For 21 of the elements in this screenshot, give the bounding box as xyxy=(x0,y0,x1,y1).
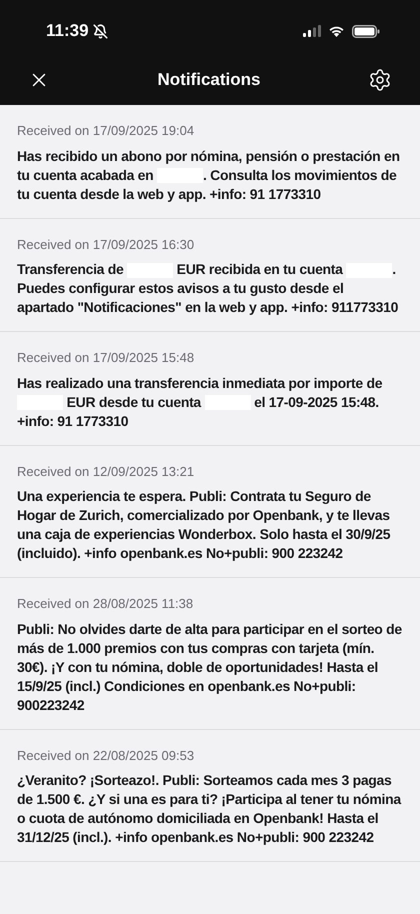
settings-button[interactable] xyxy=(368,68,392,92)
received-date: Received on 17/09/2025 15:48 xyxy=(17,349,196,367)
header-title: Notifications xyxy=(158,68,260,91)
notification-card[interactable]: Received on 17/09/2025 16:30 Transferencia de EUR recibida en tu cuenta . Puedes configurar estos avisos a tu gusto desde el apartado "Notificaciones" en la web y app. +info: 911773310 xyxy=(0,218,420,332)
received-date: Received on 22/08/2025 09:53 xyxy=(17,746,196,764)
received-date: Received on 17/09/2025 19:04 xyxy=(17,122,196,140)
notification-message: Has realizado una transferencia inmediata por importe de EUR desde tu cuenta el 17-09-2025 15:48. +info: 91 1773310 xyxy=(17,374,384,430)
received-date: Received on 12/09/2025 13:21 xyxy=(17,462,196,480)
muted-bell-icon xyxy=(92,24,108,38)
notification-message: Publi: No olvides darte de alta para participar en el sorteo de más de 1.000 premios con tus compras con tarjeta (mín. 30€). ¡Y con tu nómina, doble de oportunidades! Hasta el 15/9/25 (incl.) Condiciones en openbank.es No+publi: 900223242 xyxy=(17,620,403,714)
wifi-icon xyxy=(328,25,345,37)
notification-message: Transferencia de EUR recibida en tu cuenta . Puedes configurar estos avisos a tu gusto desde el apartado "Notificaciones" en la web y app. +info: 911773310 xyxy=(17,260,400,317)
notification-message: Una experiencia te espera. Publi: Contrata tu Seguro de Hogar de Zurich, comercializado por Openbank, y te llevas una caja de experiencias Wonderbox. Solo hasta el 30/9/25 (incluido). +info openbank.es No+publi: 900 223242 xyxy=(17,487,392,563)
battery-icon xyxy=(352,24,380,38)
gear-icon xyxy=(368,68,392,92)
signal-icon xyxy=(303,25,321,37)
received-date: Received on 17/09/2025 16:30 xyxy=(17,236,196,254)
notification-message: Has recibido un abono por nómina, pensión o prestación en tu cuenta acabada en . Consulta los movimientos de tu cuenta desde la web y app. +info: 91 1773310 xyxy=(17,146,401,204)
received-date: Received on 28/08/2025 11:38 xyxy=(17,595,194,613)
notification-message: ¿Veranito? ¡Sorteazo!. Publi: Sorteamos cada mes 3 pagas de 1.500 €. ¿Y si una es para ti? ¡Participa al tener tu nómina o cuota de autónomo domiciliada en Openbank! Hasta el 31/12/25 (incl.). +info openbank.es No+publi: 900 223242 xyxy=(17,771,402,847)
status-time: 11:39 xyxy=(46,20,89,42)
